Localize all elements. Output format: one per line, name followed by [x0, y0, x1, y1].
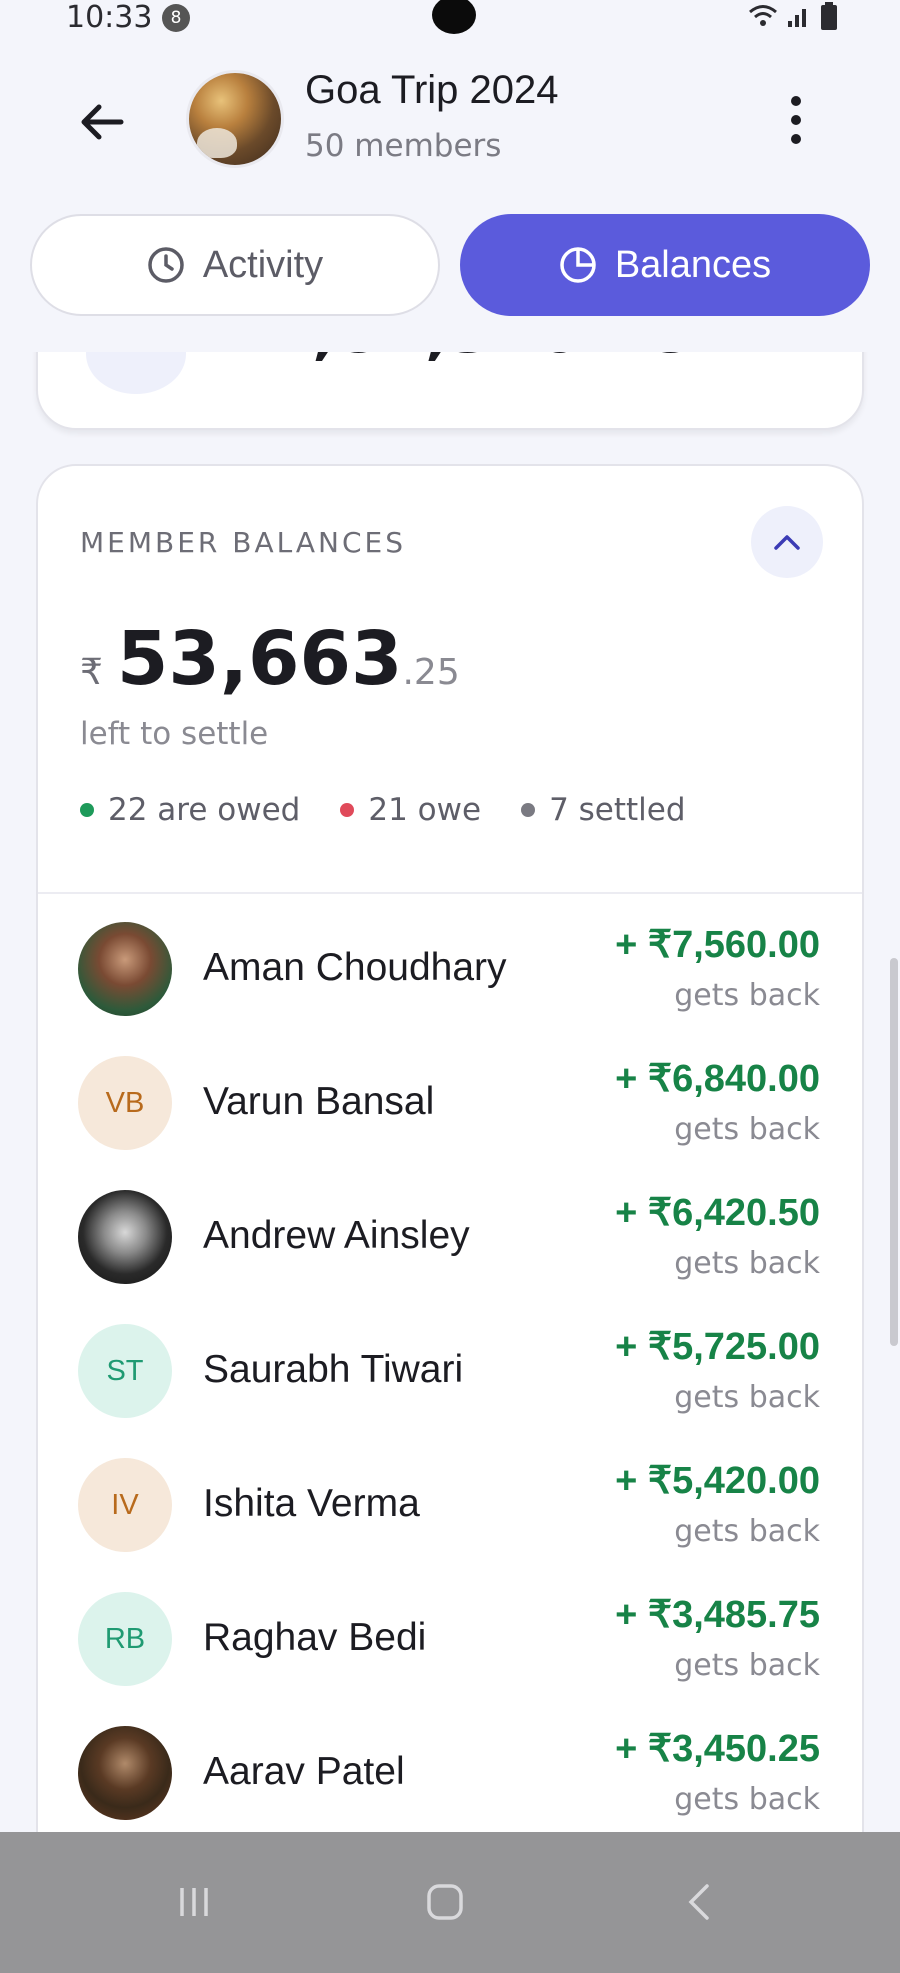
- member-amount: + ₹3,485.75: [615, 1594, 820, 1636]
- tab-balances[interactable]: Balances: [460, 214, 870, 316]
- member-amount: + ₹6,840.00: [615, 1058, 820, 1100]
- status-icons: [748, 2, 838, 30]
- member-name: Aman Choudhary: [203, 946, 507, 989]
- member-row[interactable]: ST Saurabh Tiwari + ₹5,725.00 gets back: [38, 1304, 862, 1438]
- member-amount: + ₹7,560.00: [615, 924, 820, 966]
- member-name: Varun Bansal: [203, 1080, 435, 1123]
- avatar: ST: [78, 1324, 172, 1418]
- status-time: 10:33: [66, 0, 153, 35]
- group-avatar[interactable]: [186, 70, 284, 168]
- member-status: gets back: [674, 978, 820, 1013]
- member-row[interactable]: IV Ishita Verma + ₹5,420.00 gets back: [38, 1438, 862, 1572]
- member-row[interactable]: VB Varun Bansal + ₹6,840.00 gets back: [38, 1036, 862, 1170]
- total-amount: ₹1,84,320.75: [224, 352, 695, 367]
- avatar: VB: [78, 1056, 172, 1150]
- notification-count-badge: 8: [162, 4, 190, 32]
- member-status: gets back: [674, 1648, 820, 1683]
- arrow-left-icon: [81, 104, 124, 140]
- home-icon: [427, 1884, 463, 1920]
- member-balances-card: MEMBER BALANCES ₹ 53,663 .25 left to set…: [36, 464, 864, 1832]
- member-list: Aman Choudhary + ₹7,560.00 gets back VB …: [38, 902, 862, 1832]
- avatar: RB: [78, 1592, 172, 1686]
- member-row[interactable]: RB Raghav Bedi + ₹3,485.75 gets back: [38, 1572, 862, 1706]
- scrollbar[interactable]: [890, 958, 898, 1346]
- member-amount: + ₹3,450.25: [615, 1728, 820, 1770]
- recent-apps-button[interactable]: [154, 1872, 234, 1932]
- total-spent-card: ₹1,84,320.75: [36, 352, 864, 430]
- member-status: gets back: [674, 1112, 820, 1147]
- tab-activity[interactable]: Activity: [30, 214, 440, 316]
- clock-icon: [148, 247, 184, 283]
- tab-bar: Activity Balances: [30, 214, 870, 316]
- member-status: gets back: [674, 1246, 820, 1281]
- member-name: Raghav Bedi: [203, 1616, 427, 1659]
- member-status: gets back: [674, 1514, 820, 1549]
- more-dots-icon: [791, 96, 801, 106]
- camera-cutout: [432, 0, 476, 34]
- member-amount: + ₹5,420.00: [615, 1460, 820, 1502]
- legend-owe-label: 21 owe: [368, 792, 482, 828]
- member-name: Aarav Patel: [203, 1750, 405, 1793]
- tab-balances-label: Balances: [614, 243, 772, 286]
- left-to-settle-label: left to settle: [80, 716, 269, 752]
- wifi-icon: [749, 5, 777, 26]
- member-name: Saurabh Tiwari: [203, 1348, 464, 1391]
- chevron-up-icon: [774, 535, 800, 550]
- unsettled-amount: ₹ 53,663 .25: [80, 616, 460, 702]
- owe-dot-icon: [340, 803, 355, 817]
- member-name: Ishita Verma: [203, 1482, 420, 1525]
- back-button[interactable]: [70, 90, 134, 154]
- legend-settled-label: 7 settled: [549, 792, 686, 828]
- battery-icon: [821, 2, 837, 30]
- system-nav-bar: [0, 1832, 900, 1973]
- avatar: [78, 922, 172, 1016]
- member-balances-title: MEMBER BALANCES: [80, 526, 406, 559]
- unsettled-amount-integer: 53,663: [116, 616, 403, 702]
- more-options-button[interactable]: [770, 88, 822, 152]
- unsettled-amount-decimal: .25: [402, 652, 460, 693]
- status-bar: 10:33 8: [0, 0, 900, 36]
- member-row[interactable]: Aman Choudhary + ₹7,560.00 gets back: [38, 902, 862, 1036]
- balance-legend: 22 are owed 21 owe 7 settled: [80, 792, 686, 828]
- signal-icon: [788, 9, 806, 27]
- back-nav-button[interactable]: [660, 1872, 740, 1932]
- divider: [38, 892, 862, 894]
- scroll-content[interactable]: ₹1,84,320.75 MEMBER BALANCES ₹ 53,663 .2…: [0, 352, 900, 1832]
- currency-symbol: ₹: [80, 652, 103, 693]
- total-card-icon-circle: [86, 352, 186, 394]
- avatar: [78, 1190, 172, 1284]
- settled-dot-icon: [521, 803, 536, 817]
- home-button[interactable]: [405, 1872, 485, 1932]
- member-status: gets back: [674, 1380, 820, 1415]
- member-row[interactable]: Andrew Ainsley + ₹6,420.50 gets back: [38, 1170, 862, 1304]
- chevron-left-icon: [688, 1884, 709, 1920]
- legend-owe: 21 owe: [340, 792, 481, 828]
- member-status: gets back: [674, 1782, 820, 1817]
- avatar: [78, 1726, 172, 1820]
- legend-owed: 22 are owed: [80, 792, 300, 828]
- group-header: Goa Trip 2024 50 members: [0, 60, 900, 180]
- member-name: Andrew Ainsley: [203, 1214, 470, 1257]
- member-amount: + ₹5,725.00: [615, 1326, 820, 1368]
- collapse-button[interactable]: [751, 506, 823, 578]
- group-title: Goa Trip 2024: [305, 68, 559, 112]
- legend-settled: 7 settled: [521, 792, 686, 828]
- member-row[interactable]: Aarav Patel + ₹3,450.25 gets back: [38, 1706, 862, 1832]
- pie-chart-icon: [560, 247, 596, 283]
- recent-apps-icon: [180, 1888, 208, 1916]
- legend-owed-label: 22 are owed: [108, 792, 301, 828]
- group-member-count: 50 members: [305, 128, 502, 164]
- owed-dot-icon: [80, 803, 94, 817]
- tab-activity-label: Activity: [202, 243, 324, 286]
- member-amount: + ₹6,420.50: [615, 1192, 820, 1234]
- avatar: IV: [78, 1458, 172, 1552]
